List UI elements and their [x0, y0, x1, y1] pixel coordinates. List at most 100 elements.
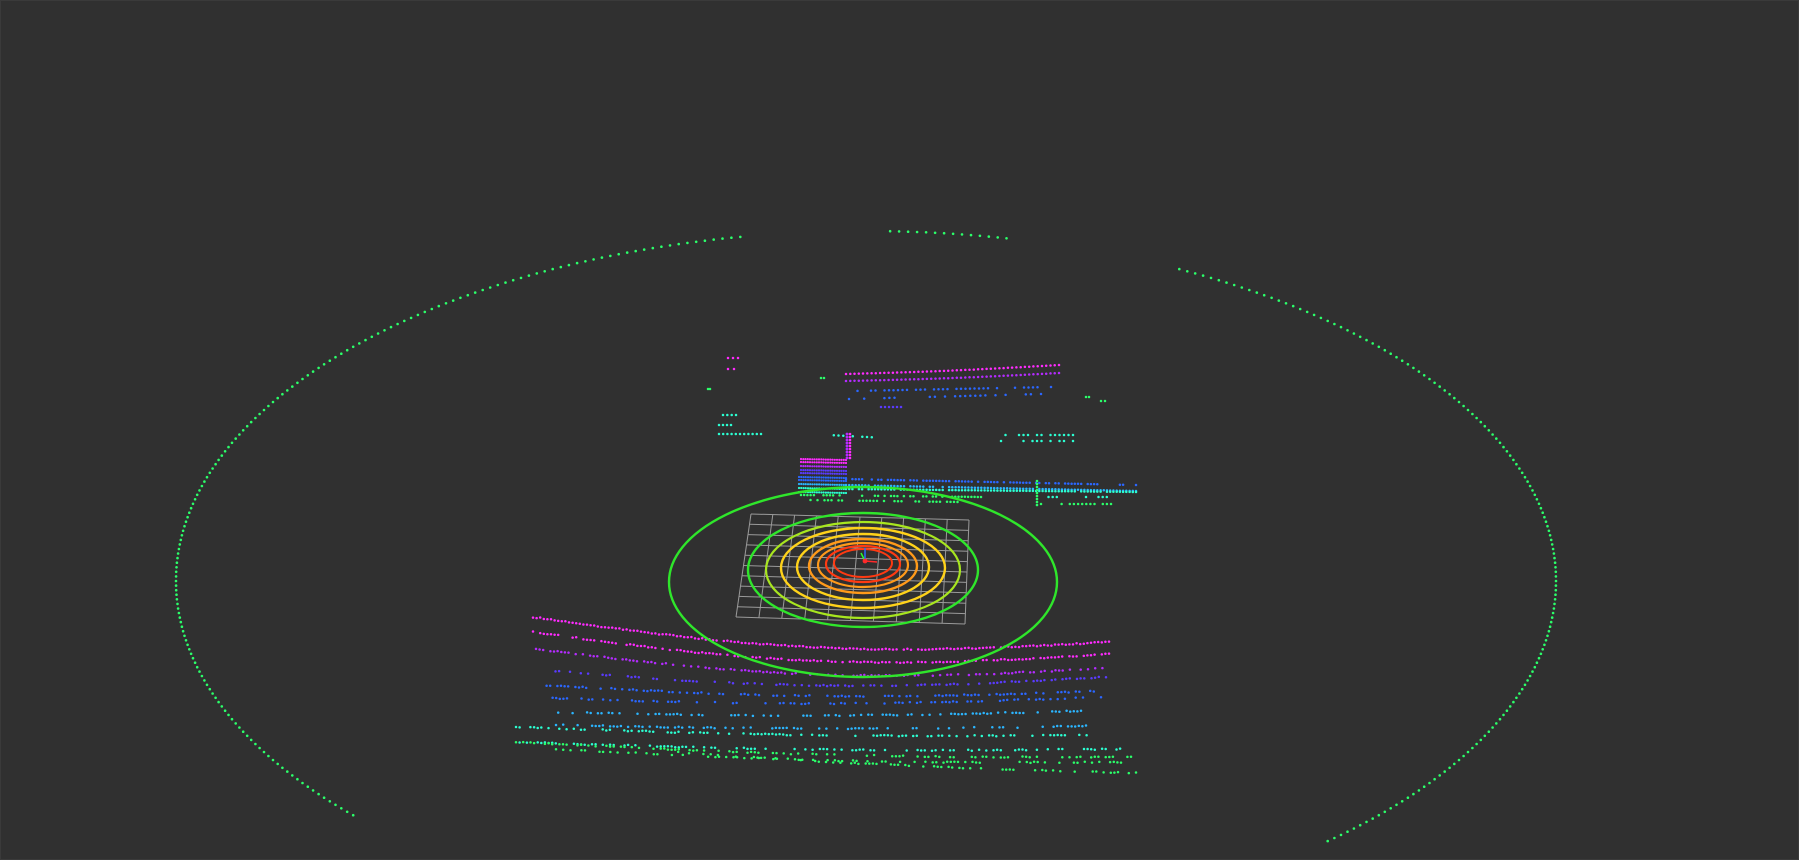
- lidar-point: [565, 697, 569, 700]
- lidar-point: [1052, 725, 1055, 728]
- lidar-point: [1063, 697, 1067, 700]
- lidar-point: [925, 495, 928, 498]
- lidar-point: [753, 733, 756, 736]
- lidar-point: [818, 491, 821, 494]
- lidar-point: [560, 619, 564, 623]
- lidar-point: [883, 378, 886, 382]
- lidar-point: [909, 661, 913, 664]
- lidar-point: [1039, 644, 1042, 647]
- lidar-point: [704, 666, 707, 669]
- lidar-point: [880, 684, 883, 687]
- lidar-point: [1068, 755, 1071, 759]
- lidar-point: [543, 270, 546, 273]
- lidar-point: [1352, 332, 1356, 335]
- lidar-point: [889, 494, 893, 498]
- lidar-point: [609, 699, 612, 702]
- lidar-point: [962, 726, 965, 729]
- lidar-point: [801, 644, 805, 648]
- lidar-point: [935, 761, 938, 764]
- lidar-point: [1091, 770, 1094, 773]
- lidar-point: [541, 648, 545, 652]
- 3d-viewport[interactable]: [0, 0, 1799, 860]
- lidar-point: [193, 661, 197, 664]
- lidar-point: [639, 630, 643, 633]
- lidar-point: [1072, 502, 1076, 506]
- lidar-point: [892, 494, 896, 498]
- lidar-point: [806, 483, 810, 486]
- lidar-point: [1099, 399, 1103, 403]
- lidar-point: [825, 684, 829, 688]
- lidar-point: [786, 683, 789, 686]
- lidar-point: [1085, 734, 1088, 737]
- lidar-point: [1061, 669, 1064, 672]
- lidar-point: [848, 456, 852, 460]
- lidar-point: [1025, 489, 1028, 493]
- lidar-point: [1025, 481, 1028, 484]
- lidar-point: [1365, 338, 1368, 342]
- lidar-point: [956, 683, 959, 686]
- lidar-point: [938, 647, 942, 651]
- lidar-point: [1075, 755, 1078, 759]
- lidar-point: [1383, 348, 1387, 352]
- lidar-point: [444, 302, 448, 305]
- lidar-point: [896, 388, 900, 392]
- lidar-point: [635, 689, 638, 692]
- lidar-point: [276, 762, 280, 766]
- lidar-point: [670, 700, 673, 704]
- lidar-point: [861, 372, 865, 375]
- lidar-point: [942, 660, 945, 664]
- lidar-point: [1039, 670, 1043, 673]
- lidar-point: [829, 465, 832, 468]
- lidar-point: [572, 742, 576, 746]
- lidar-point: [948, 755, 952, 759]
- point-cloud-scene[interactable]: [1, 1, 1799, 860]
- lidar-point: [740, 669, 743, 672]
- lidar-point: [917, 370, 920, 374]
- lidar-point: [1017, 680, 1021, 684]
- lidar-point: [267, 754, 270, 758]
- lidar-point: [835, 479, 839, 482]
- lidar-point: [995, 692, 998, 696]
- lidar-point: [925, 488, 928, 492]
- lidar-point: [561, 748, 565, 752]
- lidar-point: [626, 743, 630, 747]
- lidar-point: [1072, 710, 1076, 713]
- lidar-point: [743, 692, 746, 696]
- lidar-point: [901, 701, 904, 705]
- lidar-point: [922, 765, 925, 768]
- lidar-point: [1065, 709, 1068, 713]
- lidar-point: [943, 395, 947, 398]
- lidar-point: [820, 469, 823, 472]
- lidar-point: [1217, 278, 1221, 282]
- lidar-point: [677, 747, 681, 751]
- lidar-point: [518, 726, 521, 729]
- lidar-point: [1067, 691, 1070, 694]
- lidar-point: [804, 465, 807, 468]
- lidar-point: [594, 745, 597, 748]
- lidar-point: [970, 486, 973, 489]
- lidar-point: [861, 435, 864, 439]
- lidar-point: [813, 479, 816, 482]
- lidar-point: [519, 276, 523, 280]
- lidar-point: [1063, 490, 1067, 493]
- lidar-point: [874, 379, 878, 382]
- lidar-point: [831, 472, 834, 475]
- lidar-point: [1127, 771, 1131, 775]
- lidar-point: [806, 479, 810, 482]
- lidar-point: [999, 756, 1003, 759]
- lidar-point: [909, 494, 912, 498]
- lidar-point: [815, 469, 818, 472]
- lidar-point: [1116, 770, 1120, 774]
- lidar-point: [1018, 487, 1022, 490]
- lidar-point: [1023, 365, 1027, 369]
- lidar-point: [1062, 433, 1066, 437]
- lidar-point: [832, 434, 836, 437]
- lidar-point: [931, 674, 935, 677]
- lidar-point: [996, 681, 999, 684]
- lidar-point: [682, 664, 686, 667]
- lidar-point: [854, 701, 857, 705]
- lidar-point: [986, 387, 990, 390]
- lidar-point: [952, 755, 955, 759]
- lidar-point: [822, 472, 825, 475]
- lidar-point: [858, 499, 861, 502]
